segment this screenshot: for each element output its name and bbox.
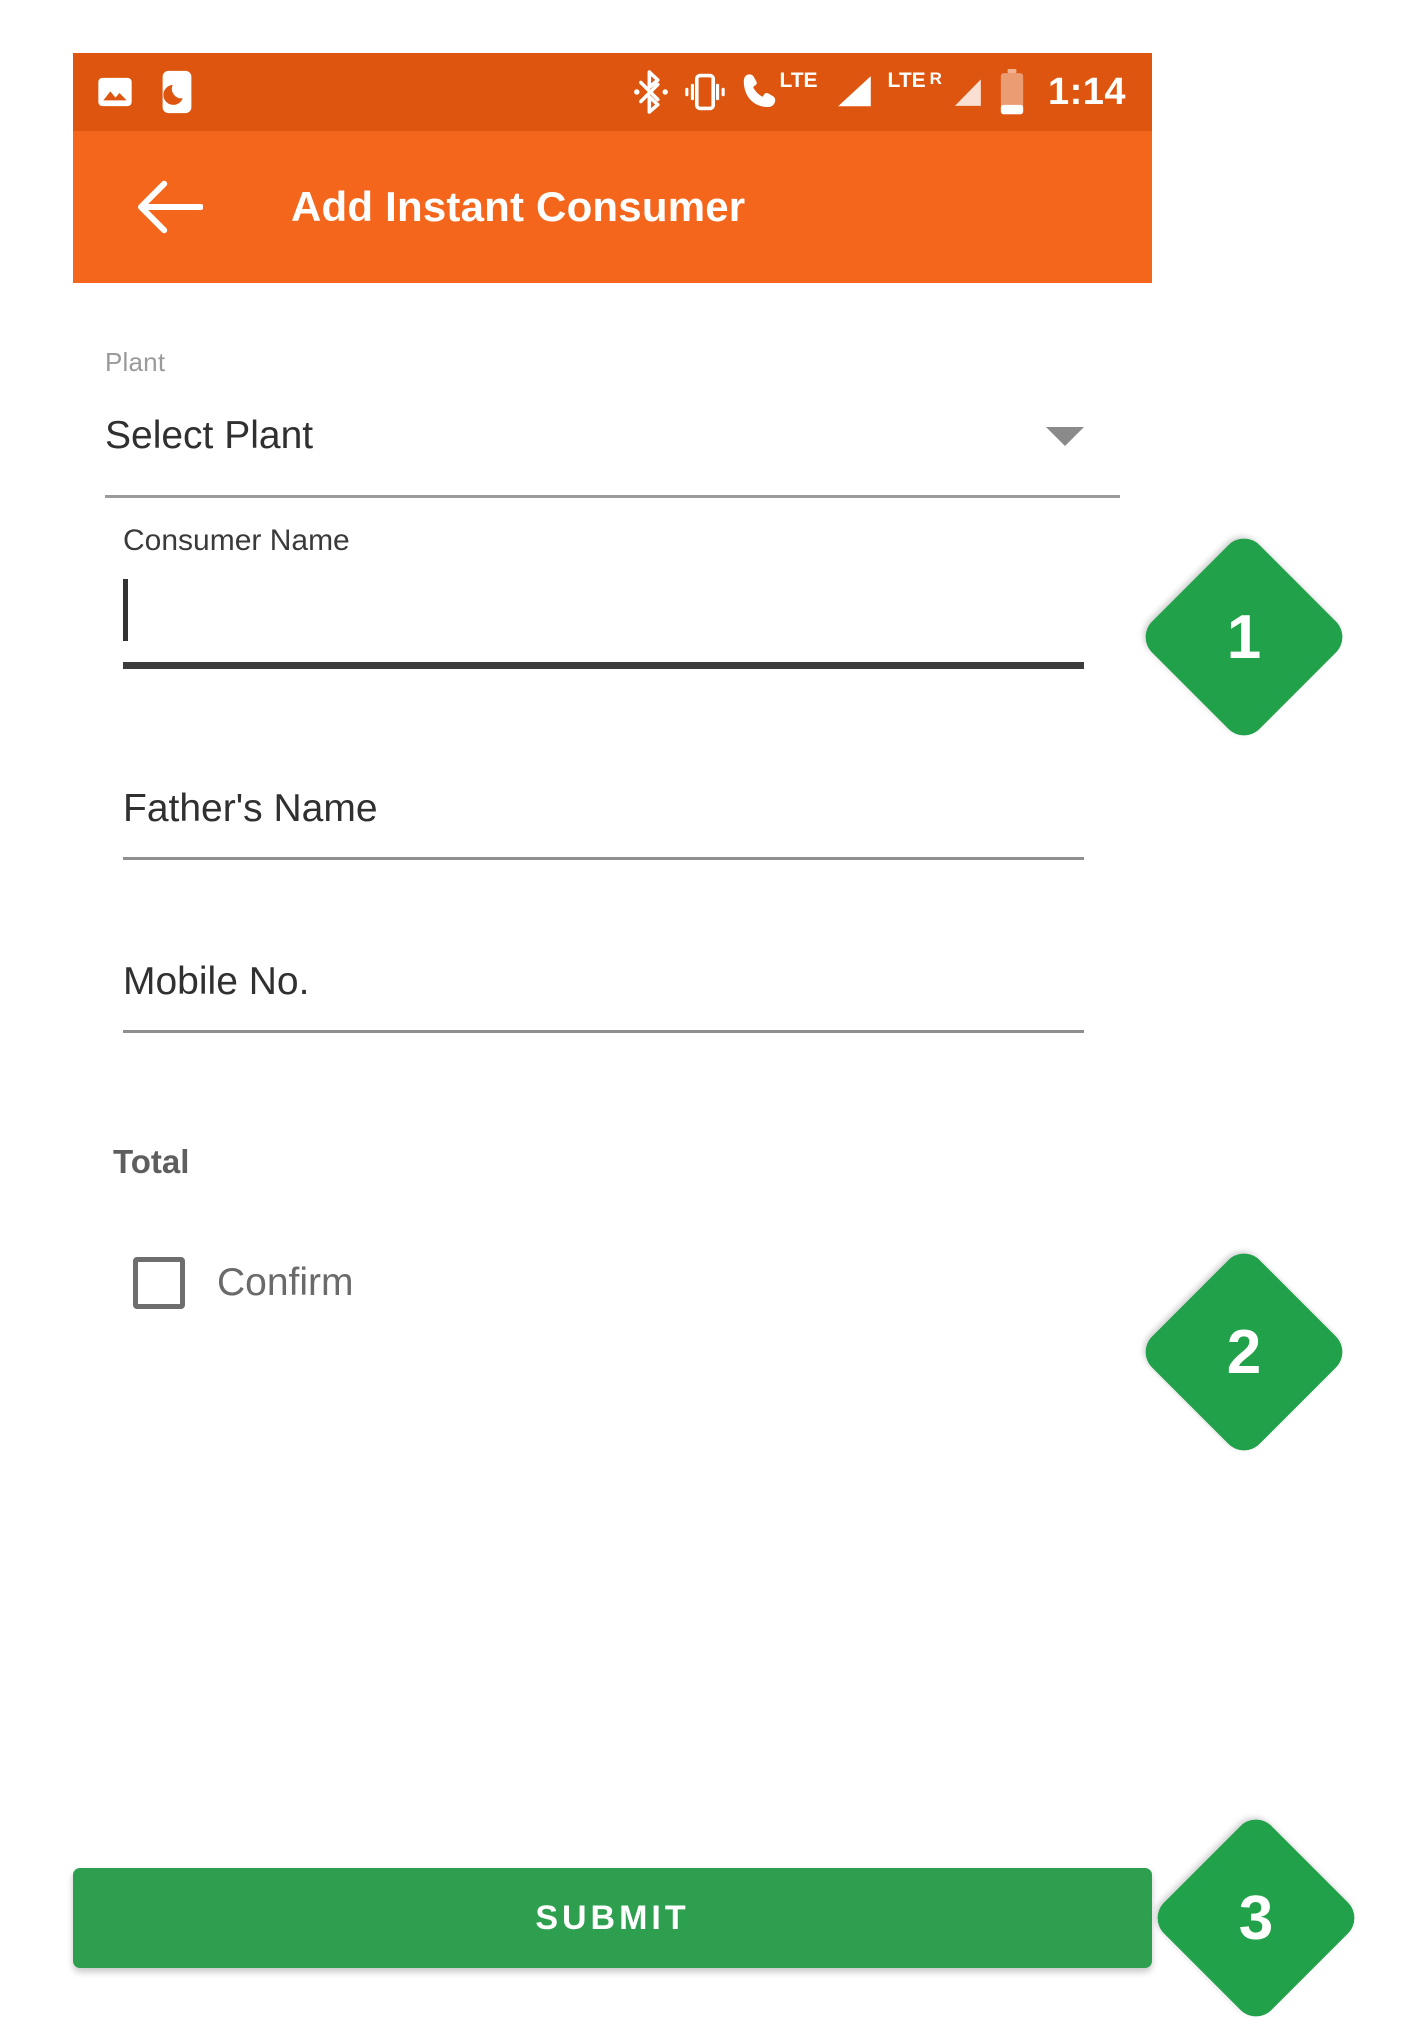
plant-label: Plant xyxy=(105,347,166,377)
confirm-label: Confirm xyxy=(217,1261,354,1304)
plant-selected-value: Select Plant xyxy=(105,414,314,457)
total-block: Total Confirm xyxy=(105,1033,1120,1309)
image-icon xyxy=(98,77,132,107)
screen-root: LTE LTE R 1:14 Add Instant Consumer Plan… xyxy=(0,0,1424,2044)
volte-call-icon: LTE xyxy=(742,69,818,114)
mobile-no-input[interactable]: Mobile No. xyxy=(123,960,1084,1004)
confirm-checkbox-row[interactable]: Confirm xyxy=(113,1257,1120,1309)
status-bar-right-icons: LTE LTE R 1:14 xyxy=(634,68,1126,116)
mobile-no-field-block: Mobile No. xyxy=(105,860,1120,1033)
back-button[interactable] xyxy=(115,152,225,262)
step-badge-2-number: 2 xyxy=(1226,1317,1262,1387)
step-badge-3-number: 3 xyxy=(1238,1883,1274,1953)
arrow-left-icon xyxy=(138,180,203,234)
status-bar: LTE LTE R 1:14 xyxy=(73,53,1152,131)
text-cursor xyxy=(123,579,128,641)
status-bar-clock: 1:14 xyxy=(1047,71,1126,113)
consumer-name-underline-active xyxy=(123,662,1084,669)
lte-label-secondary: LTE xyxy=(887,69,926,92)
roaming-label: R xyxy=(929,69,942,88)
app-bar: Add Instant Consumer xyxy=(73,131,1152,283)
fathers-name-field-block: Father's Name xyxy=(105,669,1120,860)
step-badge-2: 2 xyxy=(1136,1244,1352,1460)
bluetooth-icon xyxy=(634,70,669,114)
battery-icon xyxy=(1000,69,1024,115)
step-badge-3: 3 xyxy=(1148,1810,1364,2026)
signal-bars-icon xyxy=(954,79,981,106)
plant-dropdown[interactable]: Select Plant xyxy=(105,414,1120,458)
consumer-name-label: Consumer Name xyxy=(123,524,350,557)
status-bar-left-icons xyxy=(95,70,193,114)
signal-roaming-icon: LTE R xyxy=(888,70,984,114)
step-badge-1: 1 xyxy=(1136,529,1352,745)
fathers-name-input[interactable]: Father's Name xyxy=(123,787,1084,831)
phone-viewport: LTE LTE R 1:14 Add Instant Consumer Plan… xyxy=(73,53,1152,2033)
lte-label-primary: LTE xyxy=(779,69,818,92)
submit-button[interactable]: SUBMIT xyxy=(73,1868,1152,1968)
total-label: Total xyxy=(113,1143,190,1180)
signal-icon xyxy=(837,76,871,107)
plant-field-block: Plant Select Plant xyxy=(105,283,1120,498)
consumer-name-field-block: Consumer Name xyxy=(105,498,1120,669)
page-title: Add Instant Consumer xyxy=(291,183,746,230)
confirm-checkbox[interactable] xyxy=(133,1257,185,1309)
moon-icon xyxy=(162,70,192,114)
step-badge-1-number: 1 xyxy=(1226,602,1262,672)
consumer-name-input[interactable] xyxy=(123,558,1084,662)
vibrate-icon xyxy=(685,73,726,111)
form-container: Plant Select Plant Consumer Name Father'… xyxy=(73,283,1152,2033)
chevron-down-icon xyxy=(1046,426,1084,446)
